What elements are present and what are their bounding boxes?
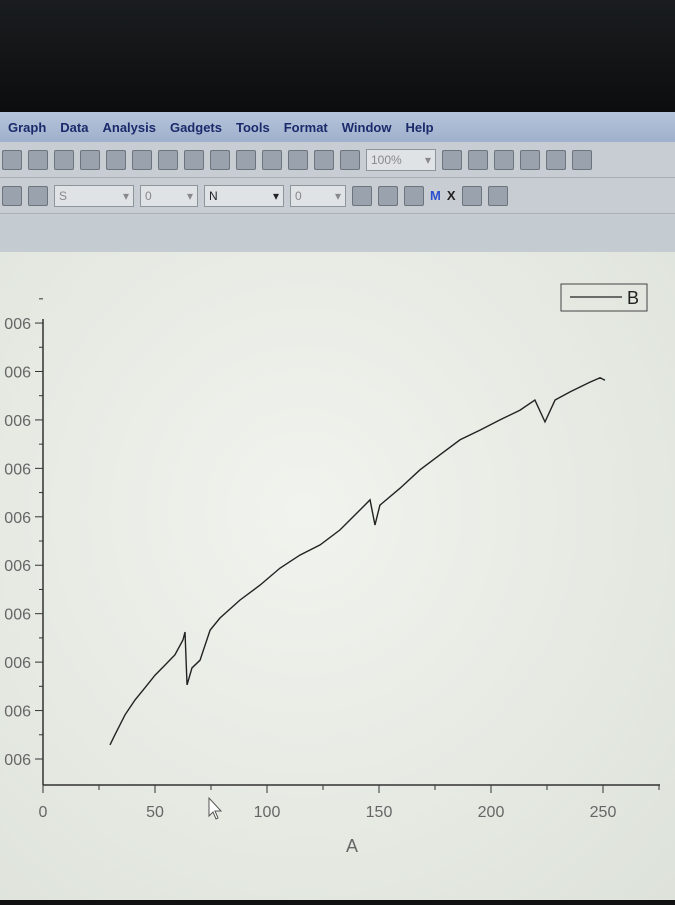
standard-toolbar: 100% ▾ xyxy=(0,142,675,178)
x-tick-label: 150 xyxy=(366,804,393,821)
unmask-button[interactable]: X xyxy=(447,188,456,203)
series-b-line xyxy=(109,377,606,746)
format-toolbar: S ▾ 0 ▾ N ▾ 0 ▾ M X xyxy=(0,178,675,214)
line-width-value: 0 xyxy=(145,188,152,203)
code-builder-icon[interactable] xyxy=(520,149,540,170)
open-icon[interactable] xyxy=(106,149,126,170)
font-size-dropdown[interactable]: 0 ▾ xyxy=(290,184,346,207)
menu-analysis[interactable]: Analysis xyxy=(102,120,155,135)
new-project-icon[interactable] xyxy=(2,149,22,170)
y-tick-label: 006 xyxy=(4,413,31,430)
menu-format[interactable]: Format xyxy=(284,120,328,135)
recalculate-icon[interactable] xyxy=(314,149,334,170)
save-template-icon[interactable] xyxy=(210,149,230,170)
open-excel-icon[interactable] xyxy=(158,149,178,170)
x-axis-label: A xyxy=(346,836,358,856)
mouse-cursor-icon xyxy=(208,796,223,820)
zoom-value: 100% xyxy=(371,152,402,167)
font-size-value: 0 xyxy=(295,188,302,203)
y-tick-label: 006 xyxy=(4,558,31,575)
save-icon[interactable] xyxy=(184,149,204,170)
swap-reverse-icon[interactable] xyxy=(487,185,508,206)
y-tick-label: 006 xyxy=(4,655,31,672)
print-icon[interactable] xyxy=(442,149,462,170)
duplicate-icon[interactable] xyxy=(494,149,514,170)
line-width-dropdown[interactable]: 0 ▾ xyxy=(140,184,198,207)
font-value: N xyxy=(209,188,218,203)
y-tick-label: 006 xyxy=(4,752,31,769)
menu-tools[interactable]: Tools xyxy=(236,120,270,135)
chevron-down-icon: ▾ xyxy=(122,188,129,203)
refresh-icon[interactable] xyxy=(468,149,488,170)
project-explorer-icon[interactable] xyxy=(572,149,592,170)
x-tick-label: 50 xyxy=(146,804,164,821)
new-graph-icon[interactable] xyxy=(54,149,74,170)
chevron-down-icon: ▾ xyxy=(334,188,341,203)
line-chart: 0 50 100 150 200 250 006 006 006 006 006 006 006 006 0… xyxy=(4,283,660,856)
line-color-icon[interactable] xyxy=(28,185,48,206)
menu-gadgets[interactable]: Gadgets xyxy=(170,120,222,135)
x-tick-label: 100 xyxy=(254,804,281,821)
y-tick-label: 006 xyxy=(4,704,31,721)
screen-bezel xyxy=(0,0,675,112)
results-log-icon[interactable] xyxy=(546,149,566,170)
fill-color-icon[interactable] xyxy=(2,185,22,206)
new-matrix-icon[interactable] xyxy=(80,149,100,170)
zoom-dropdown[interactable]: 100% ▾ xyxy=(366,148,436,171)
chevron-down-icon: ▾ xyxy=(272,188,279,203)
graph-window: 0 50 100 150 200 250 006 006 006 006 006 006 006 006 0… xyxy=(0,252,675,900)
y-tick-label: 006 xyxy=(4,364,31,381)
line-style-dropdown[interactable]: S ▾ xyxy=(54,184,134,207)
border-icon[interactable] xyxy=(378,185,398,206)
menu-data[interactable]: Data xyxy=(60,120,88,135)
y-tick-label: 006 xyxy=(4,461,31,478)
x-tick-label: 250 xyxy=(590,804,617,821)
menu-bar: Graph Data Analysis Gadgets Tools Format… xyxy=(0,112,675,142)
y-tick-label: 006 xyxy=(4,510,31,527)
new-workbook-icon[interactable] xyxy=(28,149,48,170)
chevron-down-icon: ▾ xyxy=(186,188,193,203)
x-tick-label: 0 xyxy=(39,804,48,821)
import-multiple-icon[interactable] xyxy=(262,149,282,170)
import-wizard-icon[interactable] xyxy=(288,149,308,170)
run-icon[interactable] xyxy=(340,149,360,170)
pattern-icon[interactable] xyxy=(352,185,372,206)
y-tick-label: 006 xyxy=(4,607,31,624)
menu-help[interactable]: Help xyxy=(405,120,433,135)
y-tick-label: 006 xyxy=(4,316,31,333)
menu-graph[interactable]: Graph xyxy=(8,120,46,135)
font-dropdown[interactable]: N ▾ xyxy=(204,184,284,207)
window-title-strip xyxy=(0,214,675,254)
legend-label-b: B xyxy=(627,288,639,308)
swap-icon[interactable] xyxy=(461,185,482,206)
chevron-down-icon: ▾ xyxy=(424,152,431,167)
x-tick-label: 200 xyxy=(478,804,505,821)
import-ascii-icon[interactable] xyxy=(236,149,256,170)
table-icon[interactable] xyxy=(404,185,424,206)
open-template-icon[interactable] xyxy=(132,149,152,170)
menu-window[interactable]: Window xyxy=(342,120,392,135)
line-style-value: S xyxy=(59,188,68,203)
mask-button[interactable]: M xyxy=(430,188,441,203)
